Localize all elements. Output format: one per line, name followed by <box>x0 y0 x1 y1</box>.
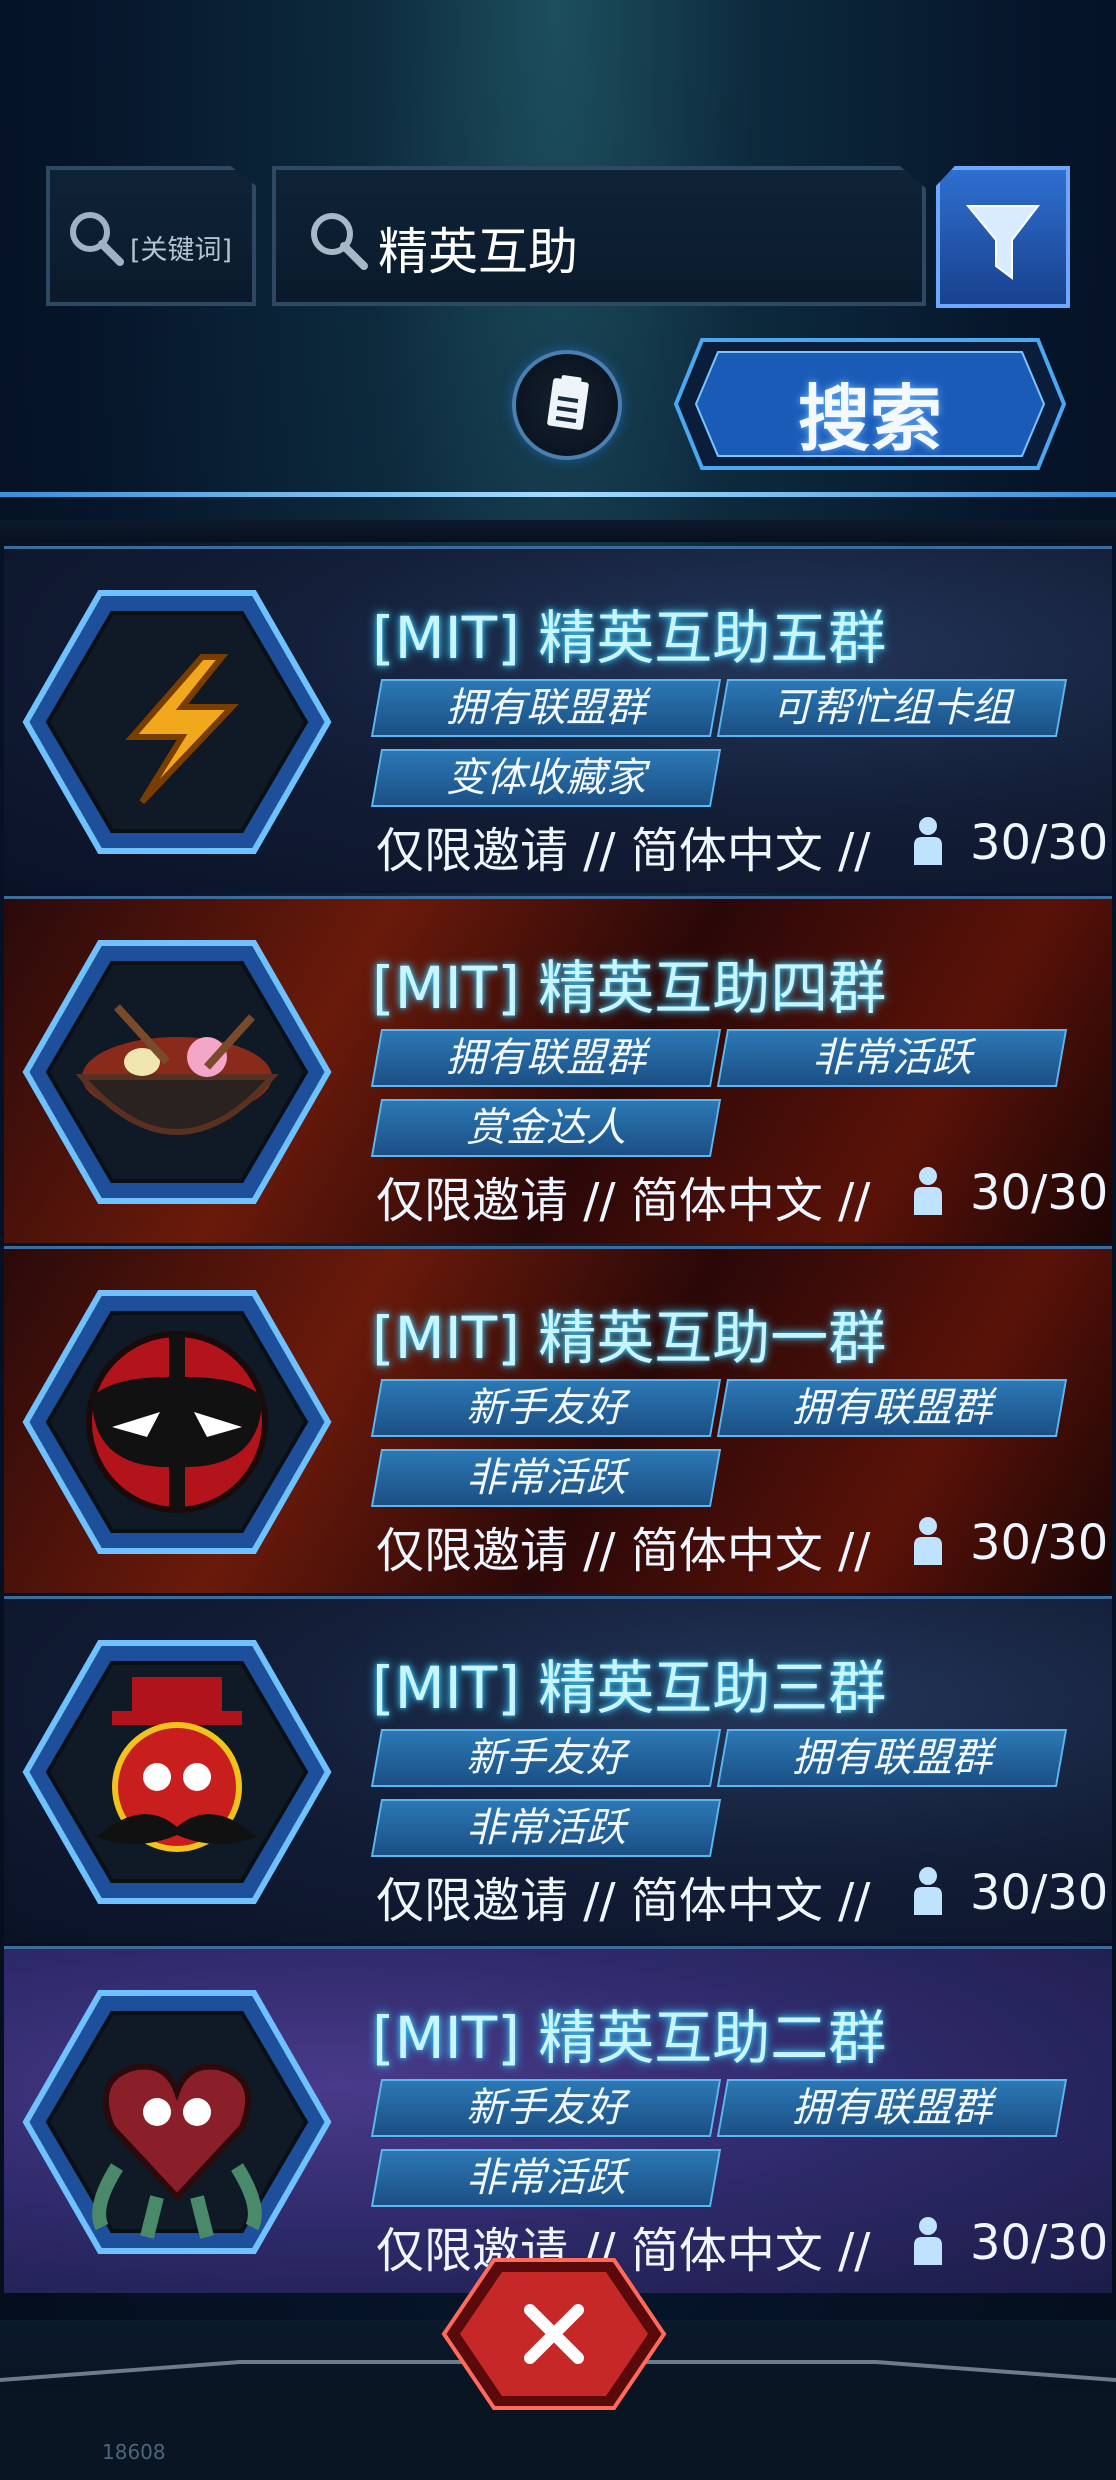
search-query-text: 精英互助 <box>378 223 578 281</box>
group-emblem <box>22 1990 332 2254</box>
tag-label: 非常活跃 <box>466 2155 626 2201</box>
keyword-label: [关键词] <box>130 235 233 266</box>
close-button[interactable] <box>440 2256 668 2412</box>
version-number: 18608 <box>102 2440 166 2464</box>
tag-label: 新手友好 <box>466 1385 626 1431</box>
member-count: 30/30 <box>970 1165 1109 1221</box>
group-title: [MIT] 精英互助四群 <box>372 954 887 1022</box>
group-title: [MIT] 精英互助三群 <box>372 1654 887 1722</box>
search-icon <box>70 212 124 266</box>
group-emblem <box>22 1290 332 1554</box>
search-button-label: 搜索 <box>797 377 942 461</box>
tag-label: 赏金达人 <box>466 1105 626 1151</box>
tag-label: 非常活跃 <box>812 1035 972 1081</box>
tag-label: 新手友好 <box>466 2085 626 2131</box>
filter-icon <box>965 205 1041 280</box>
group-meta: 仅限邀请 // 简体中文 // <box>376 823 871 879</box>
group-title: [MIT] 精英互助二群 <box>372 2004 887 2072</box>
tag-label: 拥有联盟群 <box>446 685 646 731</box>
group-title: [MIT] 精英互助五群 <box>372 604 887 672</box>
tag-label: 非常活跃 <box>466 1805 626 1851</box>
member-count: 30/30 <box>970 1865 1109 1921</box>
tag-label: 拥有联盟群 <box>792 1385 992 1431</box>
group-meta: 仅限邀请 // 简体中文 // <box>376 1873 871 1929</box>
tag-label: 新手友好 <box>466 1735 626 1781</box>
person-icon <box>914 817 942 865</box>
group-title: [MIT] 精英互助一群 <box>372 1304 887 1372</box>
tag-label: 拥有联盟群 <box>792 2085 992 2131</box>
clipboard-icon <box>547 375 589 430</box>
clipboard-button[interactable] <box>512 350 622 460</box>
tag-label: 拥有联盟群 <box>792 1735 992 1781</box>
member-count: 30/30 <box>970 815 1109 871</box>
person-icon <box>914 1167 942 1215</box>
search-input[interactable] <box>272 166 926 306</box>
person-icon <box>914 1867 942 1915</box>
group-row-4[interactable]: [MIT] 精英互助三群 新手友好 拥有联盟群非常活跃 仅限邀请 // 简体中文 … <box>4 1596 1112 1943</box>
header-divider-band <box>0 520 1116 542</box>
person-icon <box>914 2217 942 2265</box>
deadpool-mask-icon <box>86 1331 268 1513</box>
group-row-2[interactable]: [MIT] 精英互助四群 拥有联盟群 非常活跃赏金达人 仅限邀请 // 简体中文 … <box>4 896 1112 1243</box>
group-emblem <box>22 590 332 854</box>
search-icon <box>311 213 368 270</box>
group-emblem <box>22 940 332 1204</box>
tag-label: 拥有联盟群 <box>446 1035 646 1081</box>
person-icon <box>914 1517 942 1565</box>
member-count: 30/30 <box>970 2215 1109 2271</box>
filter-button[interactable] <box>936 166 1070 308</box>
group-meta: 仅限邀请 // 简体中文 // <box>376 1173 871 1229</box>
tag-label: 可帮忙组卡组 <box>772 685 1012 731</box>
group-meta: 仅限邀请 // 简体中文 // <box>376 1523 871 1579</box>
group-emblem <box>22 1640 332 1904</box>
group-row-3[interactable]: [MIT] 精英互助一群 新手友好 拥有联盟群非常活跃 仅限邀请 // 简体中文 … <box>4 1246 1112 1593</box>
tag-label: 非常活跃 <box>466 1455 626 1501</box>
header-divider <box>0 492 1116 497</box>
member-count: 30/30 <box>970 1515 1109 1571</box>
tag-label: 变体收藏家 <box>446 755 646 801</box>
group-row-1[interactable]: [MIT] 精英互助五群 拥有联盟群 可帮忙组卡组变体收藏家 仅限邀请 // 简体… <box>4 546 1112 893</box>
group-row-5[interactable]: [MIT] 精英互助二群 新手友好 拥有联盟群 非常活跃 仅限邀请 // 简体中文 … <box>4 1946 1112 2293</box>
